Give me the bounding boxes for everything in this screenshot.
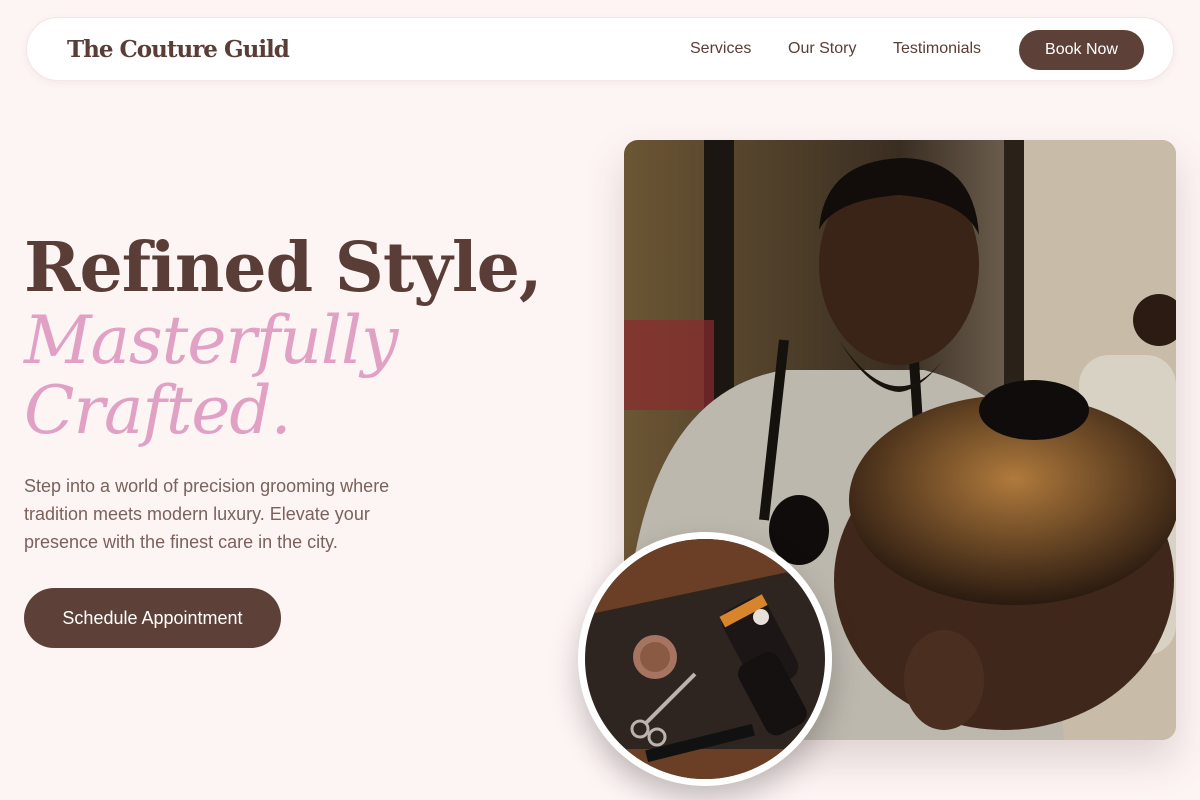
hero-title-accent: Masterfully Crafted.	[24, 302, 398, 449]
hero-description: Step into a world of precision grooming …	[24, 476, 390, 552]
book-now-button[interactable]: Book Now	[1019, 30, 1144, 70]
brand-logo[interactable]: The Couture Guild	[67, 36, 290, 63]
barber-tools-photo	[578, 532, 832, 786]
nav-link-testimonials[interactable]: Testimonials	[893, 40, 981, 58]
hero-title: Refined Style,	[24, 228, 543, 308]
tools-flatlay-illustration	[585, 539, 825, 779]
top-navbar: The Couture Guild Services Our Story Tes…	[26, 17, 1174, 81]
nav-link-services[interactable]: Services	[690, 40, 751, 58]
schedule-appointment-button[interactable]: Schedule Appointment	[24, 588, 281, 648]
nav-link-our-story[interactable]: Our Story	[788, 40, 856, 58]
